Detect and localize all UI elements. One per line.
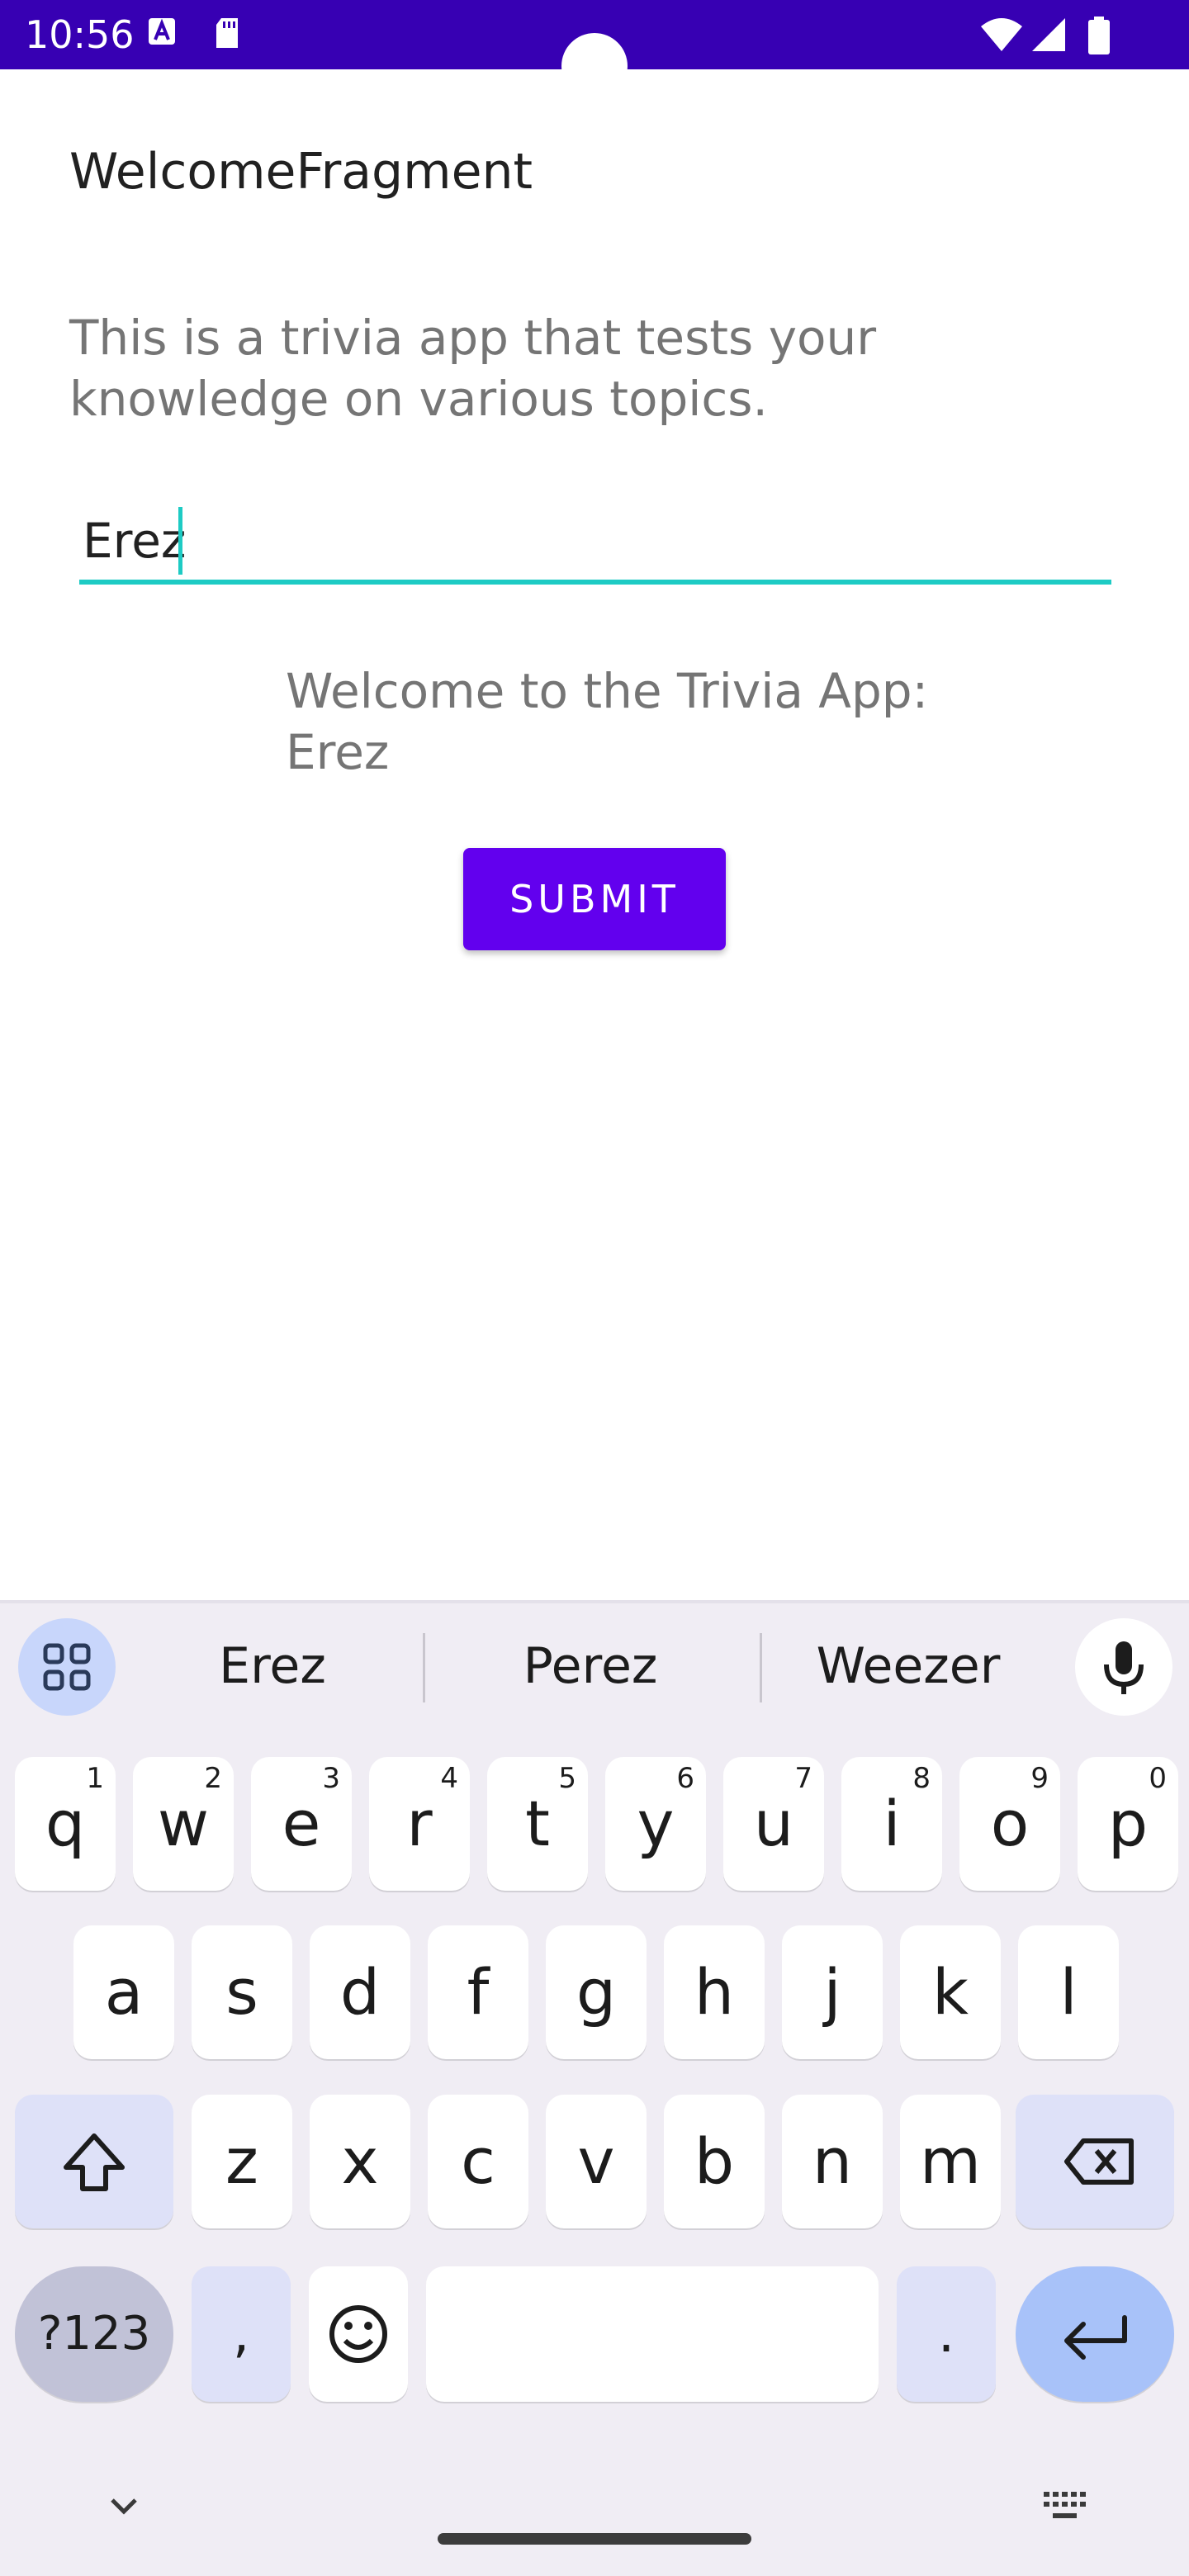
key-v[interactable]: v [546, 2095, 647, 2228]
key-label: z [225, 2124, 258, 2198]
key-label: h [694, 1955, 735, 2029]
key-label: m [919, 2124, 982, 2198]
apps-grid-icon [43, 1643, 91, 1691]
key-label: l [1059, 1955, 1078, 2029]
key-label: f [467, 1955, 490, 2029]
key-j[interactable]: j [782, 1925, 883, 2059]
soft-keyboard: Erez Perez Weezer [0, 1600, 1189, 2576]
key-z[interactable]: z [192, 2095, 292, 2228]
key-label: s [225, 1955, 258, 2029]
key-number-hint: 1 [86, 1762, 104, 1795]
key-b[interactable]: b [664, 2095, 765, 2228]
backspace-icon [1064, 2138, 1134, 2185]
key-number-hint: 0 [1149, 1762, 1167, 1795]
key-m[interactable]: m [900, 2095, 1001, 2228]
enter-icon [1064, 2315, 1127, 2360]
name-input[interactable] [79, 502, 1111, 585]
welcome-line-1: Welcome to the Trivia App: [286, 663, 929, 719]
app-description: This is a trivia app that tests your kno… [69, 310, 877, 427]
home-indicator[interactable] [438, 2533, 751, 2545]
key-number-hint: 9 [1030, 1762, 1049, 1795]
key-a[interactable]: a [73, 1925, 174, 2059]
suggestion-divider [423, 1633, 425, 1702]
key-r[interactable]: r4 [369, 1757, 470, 1891]
emoji-key[interactable] [309, 2266, 408, 2402]
mic-button[interactable] [1075, 1618, 1172, 1716]
enter-key[interactable] [1016, 2266, 1174, 2402]
key-number-hint: 2 [204, 1762, 222, 1795]
welcome-message: Welcome to the Trivia App: Erez [286, 661, 1029, 783]
suggestion-3[interactable]: Weezer [784, 1633, 1032, 1699]
key-n[interactable]: n [782, 2095, 883, 2228]
key-label: x [341, 2124, 379, 2198]
backspace-key[interactable] [1016, 2095, 1174, 2228]
key-h[interactable]: h [664, 1925, 765, 2059]
key-number-hint: 5 [558, 1762, 576, 1795]
key-label: c [461, 2124, 495, 2198]
key-f[interactable]: f [428, 1925, 528, 2059]
submit-button[interactable]: SUBMIT [463, 848, 726, 950]
key-label: n [812, 2124, 853, 2198]
wifi-icon [981, 18, 1022, 51]
shift-icon [64, 2133, 125, 2191]
suggestion-2[interactable]: Perez [462, 1633, 718, 1699]
battery-icon [1088, 17, 1110, 54]
suggestion-1[interactable]: Erez [149, 1633, 396, 1699]
key-label: v [577, 2124, 615, 2198]
key-c[interactable]: c [428, 2095, 528, 2228]
chevron-down-icon[interactable] [102, 2485, 145, 2528]
key-label: b [694, 2124, 735, 2198]
keyboard-icon[interactable] [1042, 2488, 1090, 2525]
key-l[interactable]: l [1018, 1925, 1119, 2059]
key-y[interactable]: y6 [605, 1757, 706, 1891]
key-u[interactable]: u7 [723, 1757, 824, 1891]
status-bar: 10:56 [0, 0, 1189, 99]
emoji-icon [329, 2305, 387, 2363]
signal-icon [1032, 18, 1065, 51]
welcome-name: Erez [286, 724, 390, 780]
key-o[interactable]: o9 [959, 1757, 1060, 1891]
key-e[interactable]: e3 [251, 1757, 352, 1891]
space-key[interactable] [426, 2266, 879, 2402]
key-number-hint: 6 [676, 1762, 694, 1795]
page-title: WelcomeFragment [69, 143, 533, 201]
key-i[interactable]: i8 [841, 1757, 942, 1891]
key-number-hint: 7 [794, 1762, 812, 1795]
key-q[interactable]: q1 [15, 1757, 116, 1891]
sd-card-icon [216, 18, 238, 48]
key-label: j [823, 1955, 841, 2029]
keyboard-divider [0, 1600, 1189, 1603]
key-t[interactable]: t5 [487, 1757, 588, 1891]
comma-key[interactable]: , [192, 2266, 291, 2402]
status-time: 10:56 [25, 12, 135, 57]
key-p[interactable]: p0 [1078, 1757, 1178, 1891]
mic-icon [1104, 1641, 1144, 1694]
key-w[interactable]: w2 [133, 1757, 234, 1891]
key-k[interactable]: k [900, 1925, 1001, 2059]
shift-key[interactable] [15, 2095, 173, 2228]
key-number-hint: 8 [912, 1762, 931, 1795]
text-cursor [178, 507, 182, 575]
suggestion-divider [760, 1633, 762, 1702]
camera-cutout [561, 33, 628, 99]
key-d[interactable]: d [310, 1925, 410, 2059]
key-x[interactable]: x [310, 2095, 410, 2228]
key-label: d [339, 1955, 381, 2029]
key-label: k [931, 1955, 969, 2029]
key-label: g [576, 1955, 617, 2029]
a-icon [149, 18, 175, 45]
apps-grid-button[interactable] [18, 1618, 116, 1716]
period-key[interactable]: . [897, 2266, 996, 2402]
key-g[interactable]: g [546, 1925, 647, 2059]
key-number-hint: 4 [440, 1762, 458, 1795]
key-number-hint: 3 [322, 1762, 340, 1795]
key-s[interactable]: s [192, 1925, 292, 2059]
symbols-key[interactable]: ?123 [15, 2266, 173, 2402]
key-label: a [104, 1955, 144, 2029]
